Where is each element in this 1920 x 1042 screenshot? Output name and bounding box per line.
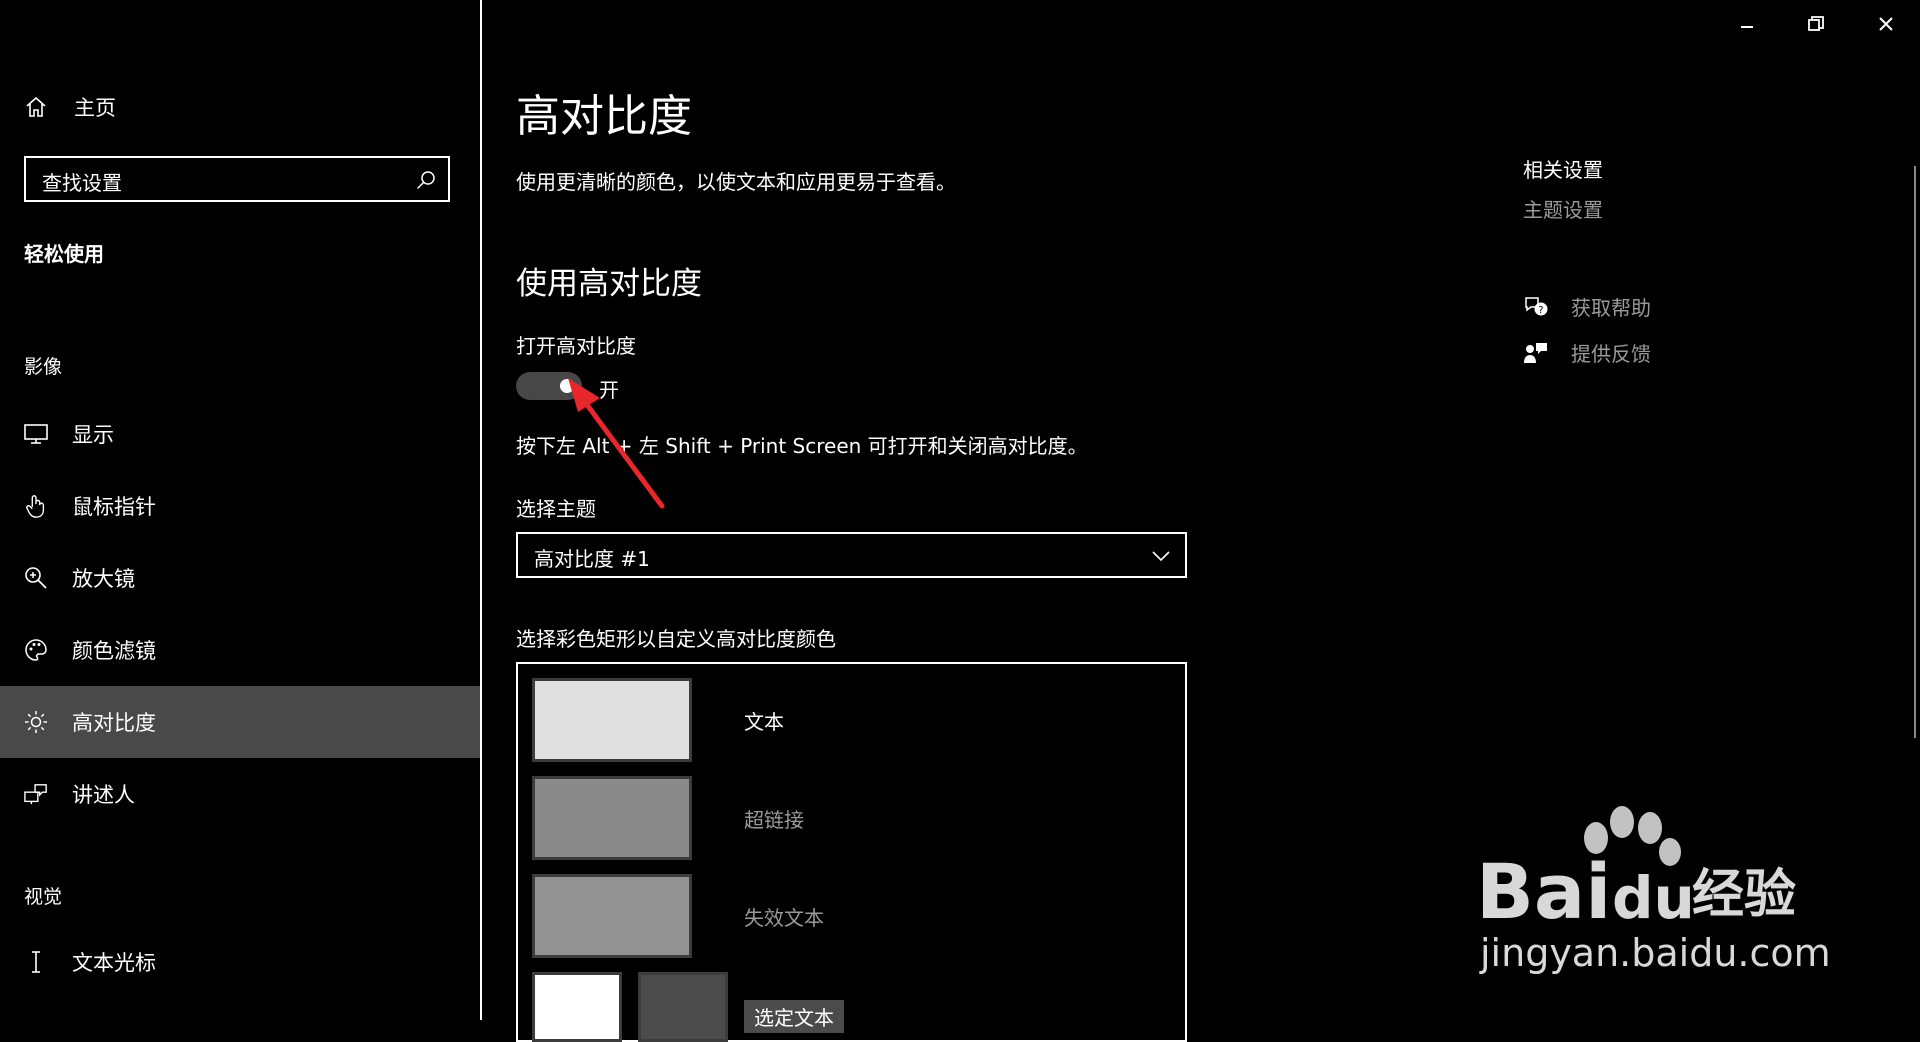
sidebar-item-narrator[interactable]: 讲述人 (0, 758, 480, 830)
colors-label: 选择彩色矩形以自定义高对比度颜色 (516, 627, 836, 651)
sidebar-item-text-cursor[interactable]: 文本光标 (0, 926, 480, 998)
selected-text-background-swatch[interactable] (638, 972, 728, 1042)
give-feedback-link[interactable]: 提供反馈 (1523, 338, 1651, 367)
hyperlink-color-label: 超链接 (744, 808, 804, 832)
narrator-icon (24, 784, 47, 805)
text-cursor-icon (32, 951, 40, 973)
text-color-swatch[interactable] (532, 678, 692, 762)
svg-text:经验: 经验 (1692, 865, 1796, 925)
page-description: 使用更清晰的颜色，以使文本和应用更易于查看。 (516, 170, 956, 194)
sidebar-item-magnifier[interactable]: 放大镜 (0, 542, 480, 614)
toggle-label: 打开高对比度 (516, 334, 636, 358)
sidebar-item-display[interactable]: 显示 (0, 398, 480, 470)
text-color-label: 文本 (744, 710, 784, 734)
search-placeholder: 查找设置 (42, 171, 122, 195)
get-help-link[interactable]: ? 获取帮助 (1523, 292, 1651, 321)
sidebar-item-label: 鼠标指针 (72, 495, 156, 519)
pointer-icon (26, 495, 45, 518)
sidebar-item-label: 颜色滤镜 (72, 639, 156, 663)
close-button[interactable] (1851, 0, 1920, 48)
theme-settings-link[interactable]: 主题设置 (1523, 194, 1603, 223)
sidebar-item-high-contrast[interactable]: 高对比度 (0, 686, 480, 758)
disabled-text-color-label: 失效文本 (744, 906, 824, 930)
sidebar-item-label: 文本光标 (72, 951, 156, 975)
home-nav-item[interactable]: 主页 (24, 92, 116, 122)
restore-icon (1807, 16, 1824, 31)
feedback-icon (1524, 342, 1547, 363)
home-label: 主页 (74, 96, 116, 120)
chevron-down-icon (1152, 551, 1170, 562)
selected-text-label: 选定文本 (744, 1000, 844, 1033)
theme-dropdown[interactable]: 高对比度 #1 (516, 532, 1187, 578)
search-icon[interactable] (416, 170, 436, 190)
section-title: 使用高对比度 (516, 266, 702, 302)
home-icon (26, 96, 46, 117)
svg-text:du: du (1612, 864, 1695, 932)
magnifier-icon (25, 567, 47, 589)
theme-dropdown-value: 高对比度 #1 (534, 547, 650, 571)
minimize-button[interactable] (1712, 0, 1781, 48)
baidu-jingyan-watermark: Bai du 经验 jingyan.baidu.com (1476, 806, 1830, 975)
minimize-icon (1740, 26, 1753, 28)
get-help-label: 获取帮助 (1571, 296, 1651, 320)
monitor-icon (24, 424, 48, 444)
feedback-label: 提供反馈 (1571, 342, 1651, 366)
color-swatches-panel: 文本 超链接 失效文本 选定文本 (516, 662, 1187, 1042)
svg-text:?: ? (1538, 305, 1543, 316)
related-settings-title: 相关设置 (1523, 158, 1603, 182)
sidebar-item-color-filters[interactable]: 颜色滤镜 (0, 614, 480, 686)
search-input[interactable]: 查找设置 (24, 156, 450, 202)
hyperlink-color-swatch[interactable] (532, 776, 692, 860)
sidebar-item-label: 放大镜 (72, 567, 135, 591)
sidebar-item-mouse-pointer[interactable]: 鼠标指针 (0, 470, 480, 542)
close-icon (1878, 17, 1893, 31)
group-heading-hearing: 视觉 (24, 886, 63, 908)
vertical-scrollbar[interactable] (1914, 166, 1916, 738)
sidebar-item-label: 讲述人 (72, 783, 135, 807)
palette-icon (25, 639, 47, 661)
svg-text:jingyan.baidu.com: jingyan.baidu.com (1479, 931, 1830, 975)
restore-button[interactable] (1781, 0, 1850, 48)
annotation-arrow (568, 378, 665, 509)
group-heading-vision: 影像 (24, 356, 63, 378)
svg-text:Bai: Bai (1476, 847, 1611, 936)
sidebar-item-label: 显示 (72, 423, 114, 447)
disabled-text-color-swatch[interactable] (532, 874, 692, 958)
sun-icon (25, 711, 47, 733)
sidebar-item-label: 高对比度 (72, 711, 156, 735)
page-title: 高对比度 (516, 91, 692, 142)
category-title: 轻松使用 (24, 242, 104, 266)
selected-text-foreground-swatch[interactable] (532, 972, 622, 1042)
help-chat-icon: ? (1525, 296, 1548, 316)
